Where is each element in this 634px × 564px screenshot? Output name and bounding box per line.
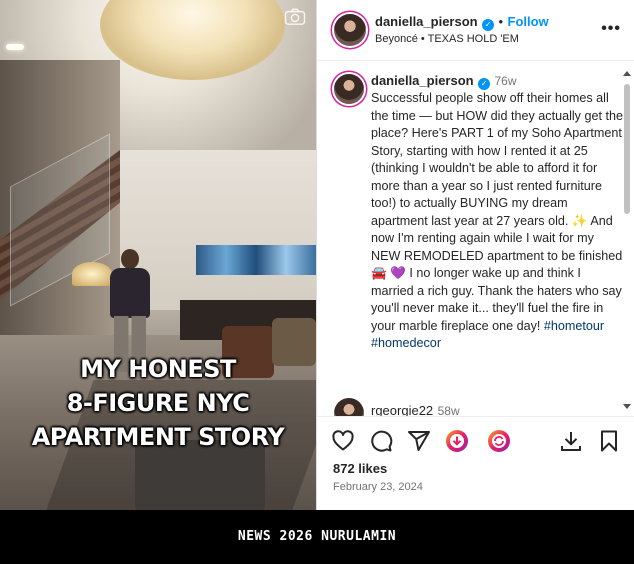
verified-badge-icon: ✓ [478,78,491,90]
lamp [72,262,112,286]
scroll-thumb[interactable] [624,84,630,214]
author-line: daniella_pierson ✓ • Follow [375,13,549,31]
separator: • [420,33,425,45]
comments-section: daniella_pierson ✓ 76w Successful people… [317,62,634,416]
post-panel: daniella_pierson ✓ • Follow Beyoncé • TE… [316,0,634,510]
follow-button[interactable]: Follow [508,14,549,29]
audio-line[interactable]: Beyoncé • TEXAS HOLD 'EM [375,33,519,45]
caption-username[interactable]: daniella_pierson [371,73,474,88]
bookmark-icon[interactable] [597,429,621,453]
comments-scrollbar[interactable] [622,70,632,410]
audio-track: TEXAS HOLD 'EM [427,33,519,45]
more-options-icon[interactable]: ••• [601,20,621,38]
watermark-bar: NEWS 2026 NURULAMIN [0,510,634,564]
repost-extension-icon[interactable] [487,429,511,453]
download-icon[interactable] [559,429,583,453]
caption-body: Successful people show off their homes a… [371,91,623,333]
video-overlay-text: MY HONEST 8-FIGURE NYC APARTMENT STORY [0,352,316,454]
hashtag-link[interactable]: #hometour [544,319,604,333]
post-header: daniella_pierson ✓ • Follow Beyoncé • TE… [317,0,634,61]
caption-text: Successful people show off their homes a… [371,90,623,353]
caption-time: 76w [494,74,517,88]
comment-icon[interactable] [369,429,393,453]
overlay-line: MY HONEST [80,355,236,383]
camera-icon[interactable] [284,8,306,26]
overlay-line: APARTMENT STORY [31,423,285,451]
watermark-text: NEWS 2026 NURULAMIN [237,529,397,544]
audio-artist: Beyoncé [375,33,418,45]
download-extension-icon[interactable] [445,429,469,453]
person-head [121,249,139,269]
caption-avatar[interactable] [334,74,364,104]
overlay-line: 8-FIGURE NYC [66,389,250,417]
author-avatar[interactable] [334,14,366,46]
person-body [110,268,150,318]
actions-bar: 872 likes February 23, 2024 [317,416,634,510]
share-icon[interactable] [407,429,431,453]
like-count[interactable]: 872 likes [333,461,387,476]
wall-artwork [196,245,316,275]
post-date: February 23, 2024 [333,481,423,493]
separator: • [498,14,504,29]
comment-header: rgeorgie22 58w [371,402,460,416]
caption-header: daniella_pierson ✓ 76w [371,72,517,90]
commenter-avatar[interactable] [334,398,364,416]
scroll-up-icon[interactable] [623,70,631,76]
comment-time: 58w [437,404,460,416]
commenter-username[interactable]: rgeorgie22 [371,403,433,416]
author-username[interactable]: daniella_pierson [375,14,478,29]
heart-icon[interactable] [331,429,355,453]
scroll-down-icon[interactable] [623,404,631,410]
hashtag-link[interactable]: #homedecor [371,336,441,350]
verified-badge-icon: ✓ [482,19,495,31]
reel-video[interactable]: MY HONEST 8-FIGURE NYC APARTMENT STORY [0,0,316,510]
ceiling-light [6,44,24,50]
